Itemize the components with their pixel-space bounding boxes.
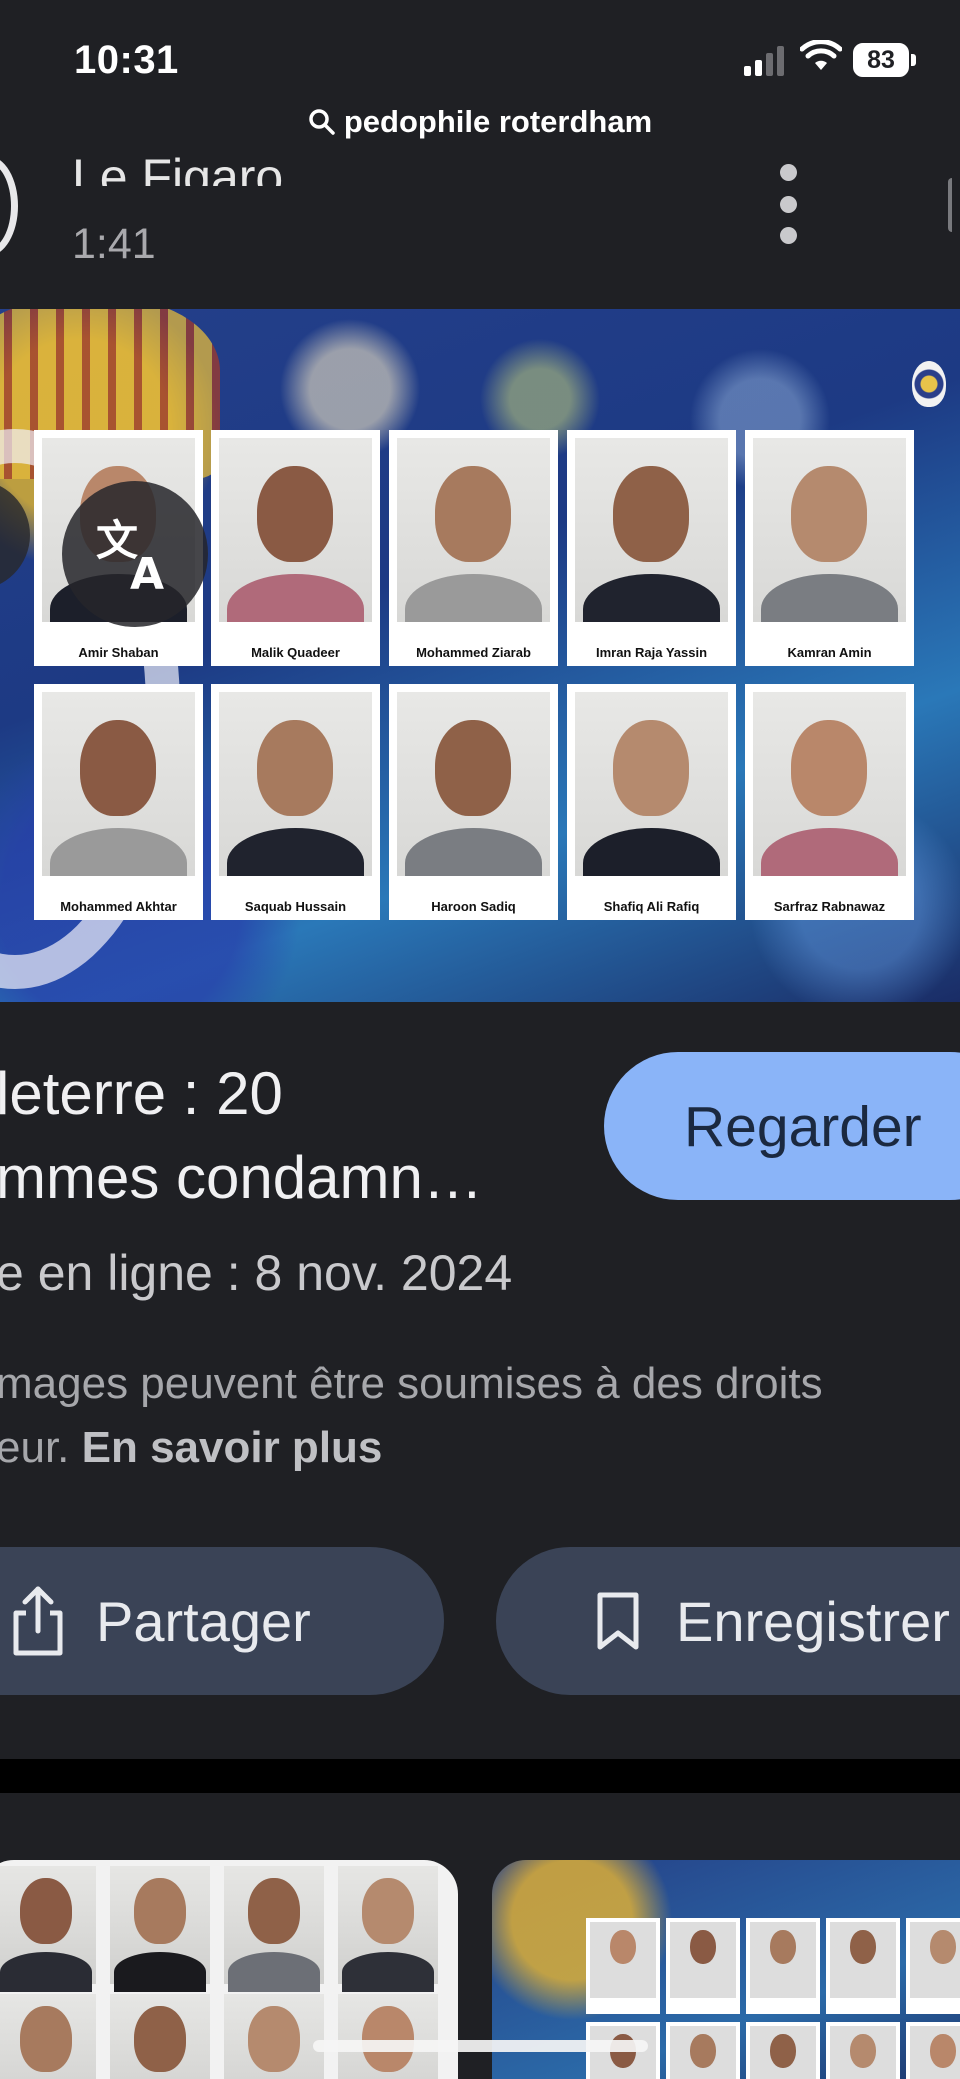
bookmark-icon xyxy=(597,1592,639,1650)
mugshot-photo xyxy=(575,692,728,876)
more-vert-icon[interactable] xyxy=(770,164,806,244)
status-bar: 10:31 83 xyxy=(0,0,960,110)
thumbnail-mugshot xyxy=(906,1918,960,2014)
thumbnail-mugshot xyxy=(906,2022,960,2079)
mugshot-photo xyxy=(42,692,195,876)
thumbnail-face xyxy=(338,1866,438,1992)
thumbnail-mugshot xyxy=(746,2022,820,2079)
image-viewer-screen: 10:31 83 pedophile roterdham Le Figaro 1… xyxy=(0,0,960,2079)
mugshot-card: Saquab Hussain xyxy=(211,684,380,920)
translate-icon: 文 A xyxy=(96,516,164,597)
source-name[interactable]: Le Figaro xyxy=(72,138,283,186)
mugshot-photo xyxy=(397,692,550,876)
mugshot-name: Haroon Sadiq xyxy=(431,899,516,914)
mugshot-name: Mohammed Ziarab xyxy=(416,645,531,660)
status-time: 10:31 xyxy=(74,38,179,82)
main-image[interactable]: Amir Shaban Malik Quadeer Mohammed Ziarab I… xyxy=(0,309,960,1002)
save-button[interactable]: Enregistrer xyxy=(496,1547,960,1695)
thumbnail-mugshot xyxy=(826,2022,900,2079)
thumbnail-face xyxy=(0,1994,96,2079)
thumbnail-face xyxy=(224,1866,324,1992)
thumbnail-face xyxy=(0,1866,96,1992)
publish-date: e en ligne : 8 nov. 2024 xyxy=(0,1245,513,1301)
translate-button[interactable]: 文 A xyxy=(62,481,208,627)
thumbnail-face xyxy=(110,1994,210,2079)
search-query-text: pedophile roterdham xyxy=(343,104,653,139)
result-title[interactable]: leterre : 20 mmes condamn… xyxy=(0,1052,596,1220)
mugshot-name: Sarfraz Rabnawaz xyxy=(773,899,886,914)
search-icon xyxy=(309,109,335,135)
save-label: Enregistrer xyxy=(676,1589,950,1653)
thumbnail-mugshot xyxy=(746,1918,820,2014)
section-divider xyxy=(0,1759,960,1793)
mugshot-name: Saquab Hussain xyxy=(244,899,347,914)
mugshot-card: Haroon Sadiq xyxy=(389,684,558,920)
mugshot-card: Shafiq Ali Rafiq xyxy=(567,684,736,920)
thumbnail-mugshot xyxy=(666,2022,740,2079)
mugshot-name: Shafiq Ali Rafiq xyxy=(603,899,700,914)
wifi-icon xyxy=(800,40,842,70)
mugshot-card: Sarfraz Rabnawaz xyxy=(745,684,914,920)
mugshot-name: Mohammed Akhtar xyxy=(60,899,177,914)
mugshot-card: Mohammed Ziarab xyxy=(389,430,558,666)
mugshot-photo xyxy=(575,438,728,622)
thumbnail-mugshot xyxy=(666,1918,740,2014)
mugshot-card: Kamran Amin xyxy=(745,430,914,666)
thumbnail-face xyxy=(224,1994,324,2079)
battery-tip xyxy=(911,54,916,66)
thumbnail-mugshot xyxy=(586,1918,660,2014)
mugshot-name: Malik Quadeer xyxy=(251,645,340,660)
rights-notice: mages peuvent être soumises à des droits… xyxy=(0,1352,956,1480)
source-logo xyxy=(0,156,18,256)
thumbnail-mugshot xyxy=(826,1918,900,2014)
mugshot-name: Imran Raja Yassin xyxy=(595,645,708,660)
share-button[interactable]: Partager xyxy=(0,1547,444,1695)
mugshot-photo xyxy=(219,692,372,876)
thumbnail-face xyxy=(338,1994,438,2079)
mugshot-photo xyxy=(753,438,906,622)
watch-button-label: Regarder xyxy=(684,1095,922,1159)
video-duration: 1:41 xyxy=(72,220,156,268)
mugshot-name: Kamran Amin xyxy=(787,645,872,660)
svg-text:A: A xyxy=(130,549,164,597)
mugshot-card: Imran Raja Yassin xyxy=(567,430,736,666)
share-icon xyxy=(13,1586,63,1656)
mugshot-photo xyxy=(397,438,550,622)
mugshot-name: Amir Shaban xyxy=(78,645,159,660)
signal-icon xyxy=(744,44,786,76)
adjacent-item-edge xyxy=(948,178,960,232)
watch-button[interactable]: Regarder xyxy=(604,1052,960,1200)
share-label: Partager xyxy=(96,1589,311,1653)
mugshot-card: Mohammed Akhtar xyxy=(34,684,203,920)
thumbnail-face xyxy=(110,1866,210,1992)
police-logo xyxy=(912,361,946,407)
mugshot-photo xyxy=(219,438,372,622)
battery-icon: 83 xyxy=(853,43,909,77)
mugshot-photo xyxy=(753,692,906,876)
learn-more-link[interactable]: En savoir plus xyxy=(82,1423,383,1472)
mugshot-card: Malik Quadeer xyxy=(211,430,380,666)
home-indicator[interactable] xyxy=(313,2040,648,2052)
